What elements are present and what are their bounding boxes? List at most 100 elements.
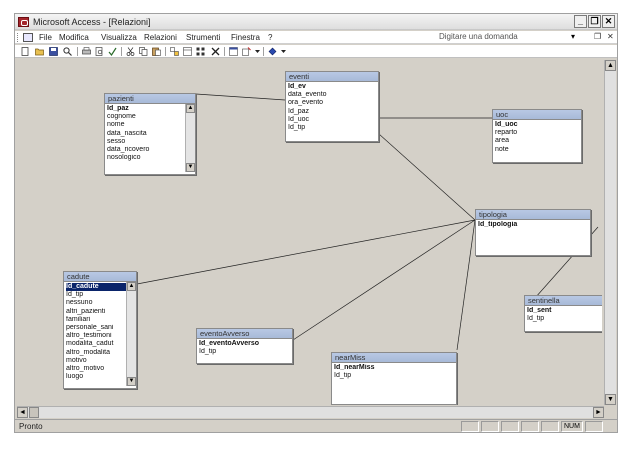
chevron-down-icon[interactable]: [253, 47, 262, 56]
cut-icon[interactable]: [126, 47, 135, 56]
paste-icon[interactable]: [152, 47, 161, 56]
field-row[interactable]: Id_uoc: [288, 116, 376, 124]
table-pazienti[interactable]: pazienti Id_paz cognome nome data_nascit…: [104, 93, 196, 175]
field-row[interactable]: data_nascita: [107, 130, 193, 138]
new-file-icon[interactable]: [21, 47, 30, 56]
table-sentinella[interactable]: sentinella Id_sent Id_tip: [524, 295, 602, 332]
table-eventoavverso[interactable]: eventoAvverso Id_eventoAvverso Id_tip: [196, 328, 293, 364]
table-scrollbar[interactable]: ▲ ▼: [126, 282, 136, 386]
field-row[interactable]: Id_tip: [288, 124, 376, 132]
access-app-icon[interactable]: [18, 17, 29, 27]
table-title[interactable]: tipologia: [476, 210, 590, 220]
show-table-icon[interactable]: [183, 47, 192, 56]
doc-restore-button[interactable]: ❐: [594, 32, 601, 41]
menu-file[interactable]: File: [39, 33, 52, 42]
field-row[interactable]: note: [495, 146, 579, 154]
field-row[interactable]: Id_ev: [288, 83, 376, 91]
table-title[interactable]: pazienti: [105, 94, 195, 104]
help-icon[interactable]: [268, 47, 277, 56]
table-nearmiss[interactable]: nearMiss Id_nearMiss Id_tip: [331, 352, 457, 405]
table-uoc[interactable]: uoc Id_uoc reparto area note: [492, 109, 582, 163]
search-icon[interactable]: [63, 47, 72, 56]
field-row[interactable]: area: [495, 137, 579, 145]
delete-icon[interactable]: [211, 47, 220, 56]
field-row[interactable]: Id_eventoAvverso: [199, 340, 290, 348]
table-cadute[interactable]: cadute Id_cadute Id_tip nessuno altri_pa…: [63, 271, 137, 389]
scroll-thumb[interactable]: [29, 407, 39, 418]
scroll-right-icon[interactable]: ►: [593, 407, 604, 418]
ask-dropdown-icon[interactable]: ▾: [571, 32, 575, 41]
scroll-left-icon[interactable]: ◄: [17, 407, 28, 418]
field-row[interactable]: Id_tip: [66, 291, 134, 299]
table-scrollbar[interactable]: ▲ ▼: [185, 104, 195, 172]
field-row[interactable]: nome: [107, 121, 193, 129]
scroll-down-icon[interactable]: ▼: [605, 394, 616, 405]
print-icon[interactable]: [82, 47, 91, 56]
minimize-button[interactable]: _: [574, 15, 587, 28]
chevron-down-icon[interactable]: [279, 47, 288, 56]
field-row[interactable]: ora_evento: [288, 99, 376, 107]
table-tipologia[interactable]: tipologia Id_tipologia: [475, 209, 591, 256]
field-row[interactable]: nessuno: [66, 299, 134, 307]
field-row[interactable]: data_ricovero: [107, 146, 193, 154]
field-row[interactable]: reparto: [495, 129, 579, 137]
menu-strumenti[interactable]: Strumenti: [186, 33, 220, 42]
menu-modifica[interactable]: Modifica: [59, 33, 89, 42]
field-row[interactable]: modalita_cadut: [66, 340, 134, 348]
field-row[interactable]: Id_paz: [107, 105, 193, 113]
field-row[interactable]: motivo: [66, 357, 134, 365]
field-row[interactable]: personale_sani: [66, 324, 134, 332]
relationship-doc-icon[interactable]: [23, 33, 33, 42]
field-row[interactable]: Id_tipologia: [478, 221, 588, 229]
field-row[interactable]: sesso: [107, 138, 193, 146]
table-title[interactable]: eventoAvverso: [197, 329, 292, 339]
field-row[interactable]: Id_sent: [527, 307, 602, 315]
table-title[interactable]: sentinella: [525, 296, 602, 306]
scroll-up-icon[interactable]: ▲: [127, 282, 136, 291]
field-row[interactable]: familiari: [66, 316, 134, 324]
field-row[interactable]: data_evento: [288, 91, 376, 99]
field-row[interactable]: Id_tip: [199, 348, 290, 356]
clear-layout-icon[interactable]: [170, 47, 179, 56]
restore-button[interactable]: ❐: [588, 15, 601, 28]
menu-visualizza[interactable]: Visualizza: [101, 33, 137, 42]
field-row[interactable]: Id_cadute: [66, 283, 134, 292]
menu-relazioni[interactable]: Relazioni: [144, 33, 177, 42]
database-window-icon[interactable]: [229, 47, 238, 56]
table-title[interactable]: uoc: [493, 110, 581, 120]
scroll-up-icon[interactable]: ▲: [605, 60, 616, 71]
field-row[interactable]: Id_tip: [334, 372, 454, 380]
open-folder-icon[interactable]: [35, 47, 44, 56]
field-row[interactable]: cognome: [107, 113, 193, 121]
menu-finestra[interactable]: Finestra: [231, 33, 260, 42]
print-preview-icon[interactable]: [95, 47, 104, 56]
field-row[interactable]: Id_paz: [288, 108, 376, 116]
field-row[interactable]: Id_nearMiss: [334, 364, 454, 372]
field-row[interactable]: altro_motivo: [66, 365, 134, 373]
field-row[interactable]: altro_testimoni: [66, 332, 134, 340]
doc-close-button[interactable]: ✕: [607, 32, 614, 41]
copy-icon[interactable]: [139, 47, 148, 56]
show-all-relationships-icon[interactable]: [196, 47, 205, 56]
scroll-down-icon[interactable]: ▼: [127, 377, 136, 386]
field-row[interactable]: altri_pazienti: [66, 308, 134, 316]
table-title[interactable]: nearMiss: [332, 353, 456, 363]
vertical-scrollbar[interactable]: ▲ ▼: [604, 60, 616, 405]
table-title[interactable]: cadute: [64, 272, 136, 282]
field-row[interactable]: luogo: [66, 373, 134, 381]
table-title[interactable]: eventi: [286, 72, 378, 82]
save-icon[interactable]: [49, 47, 58, 56]
new-object-icon[interactable]: [242, 47, 251, 56]
field-row[interactable]: altro_modalita: [66, 349, 134, 357]
horizontal-scrollbar[interactable]: ◄ ►: [17, 406, 604, 418]
field-row[interactable]: nosologico: [107, 154, 193, 162]
close-button[interactable]: ✕: [602, 15, 615, 28]
relationships-canvas[interactable]: pazienti Id_paz cognome nome data_nascit…: [17, 60, 602, 405]
field-row[interactable]: Id_tip: [527, 315, 602, 323]
table-eventi[interactable]: eventi Id_ev data_evento ora_evento Id_p…: [285, 71, 379, 142]
field-row[interactable]: Id_uoc: [495, 121, 579, 129]
menu-grip[interactable]: [17, 33, 19, 42]
scroll-down-icon[interactable]: ▼: [186, 163, 195, 172]
scroll-up-icon[interactable]: ▲: [186, 104, 195, 113]
ask-question-input[interactable]: Digitare una domanda: [439, 32, 557, 43]
